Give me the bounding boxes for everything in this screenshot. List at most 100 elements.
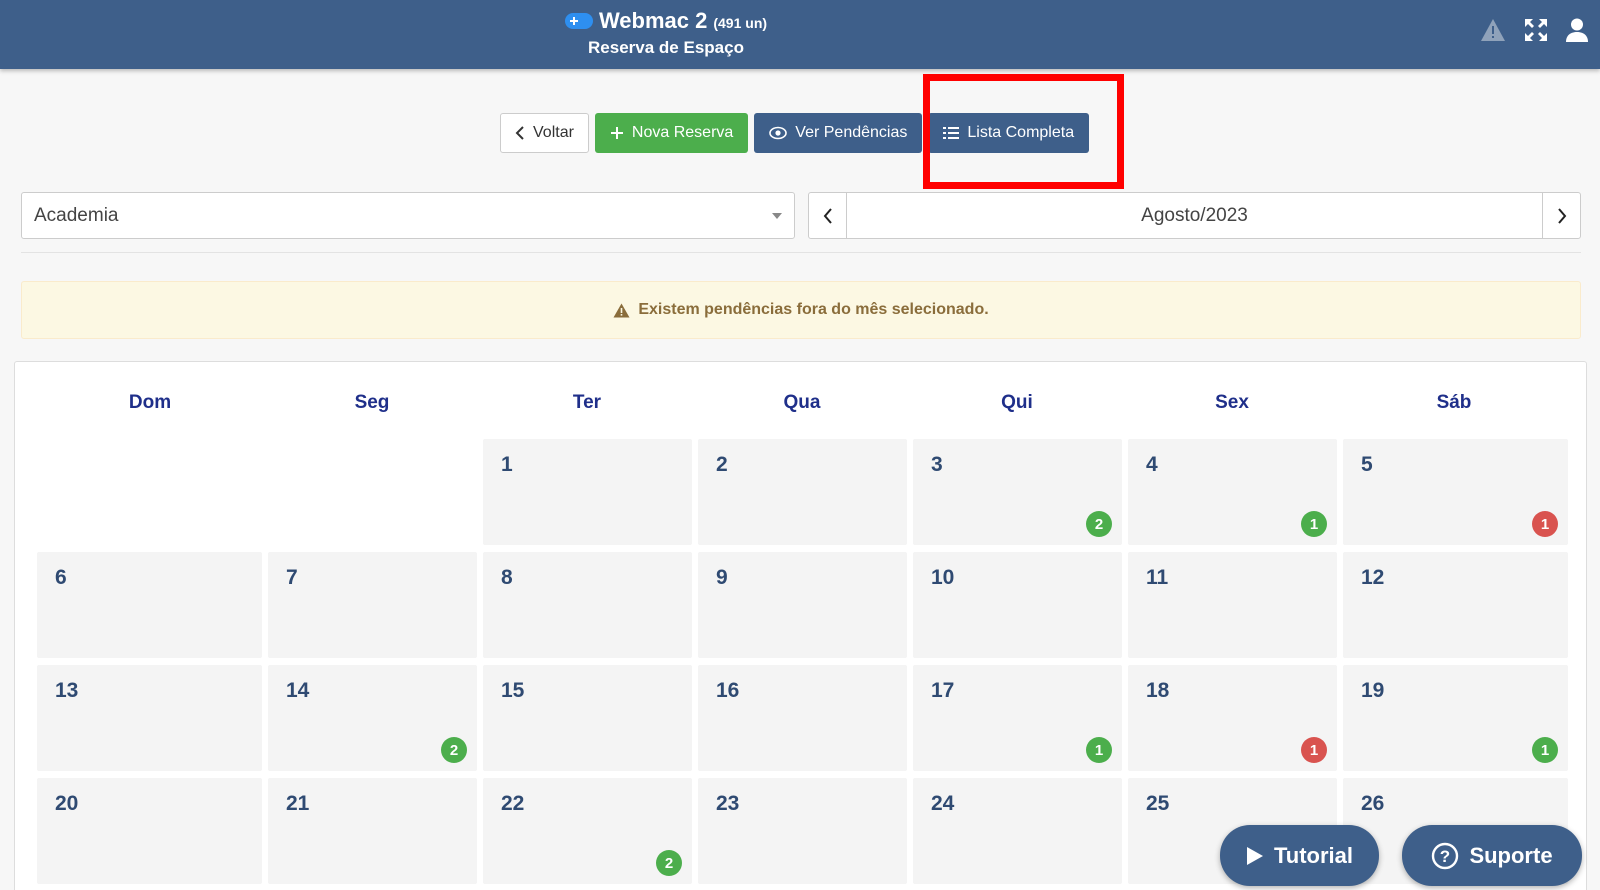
caret-down-icon [772, 213, 782, 219]
day-number: 22 [501, 792, 525, 815]
day-number: 4 [1146, 453, 1158, 476]
back-label: Voltar [533, 124, 574, 141]
weekday-header: Sáb [1436, 392, 1472, 413]
day-cell[interactable]: 23 [698, 778, 907, 884]
warning-icon[interactable] [1480, 18, 1506, 42]
day-number: 3 [931, 453, 943, 476]
day-number: 19 [1361, 679, 1385, 702]
weekday-header: Qui [1001, 392, 1033, 413]
day-cell[interactable]: 16 [698, 665, 907, 771]
day-cell[interactable]: 15 [483, 665, 692, 771]
day-number: 7 [286, 566, 298, 589]
reservation-count-badge[interactable]: 2 [1086, 511, 1112, 537]
day-number: 24 [931, 792, 955, 815]
day-cell[interactable]: 7 [268, 552, 477, 658]
top-icons [1480, 18, 1588, 42]
day-number: 20 [55, 792, 79, 815]
day-number: 23 [716, 792, 740, 815]
full-list-button[interactable]: Lista Completa [928, 113, 1090, 153]
day-number: 9 [716, 566, 728, 589]
day-number: 12 [1361, 566, 1385, 589]
brand: Webmac 2 (491 un) Reserva de Espaço [556, 8, 776, 58]
pending-alert: Existem pendências fora do mês seleciona… [21, 281, 1581, 339]
view-pending-label: Ver Pendências [795, 124, 908, 141]
space-select[interactable]: Academia [21, 192, 795, 239]
weekday-header: Dom [128, 392, 172, 413]
day-number: 15 [501, 679, 525, 702]
day-number: 2 [716, 453, 728, 476]
reservation-count-badge[interactable]: 1 [1301, 737, 1327, 763]
tutorial-label: Tutorial [1273, 842, 1354, 868]
support-button[interactable]: ? Suporte [1402, 825, 1582, 886]
warning-icon [613, 303, 630, 317]
day-number: 1 [501, 453, 513, 476]
weekday-header: Seg [354, 392, 390, 413]
day-cell[interactable]: 19 1 [1343, 665, 1568, 771]
day-cell[interactable]: 51 [1343, 439, 1568, 545]
day-cell[interactable]: 18 1 [1128, 665, 1337, 771]
new-reservation-label: Nova Reserva [631, 124, 734, 141]
top-bar: Webmac 2 (491 un) Reserva de Espaço [0, 0, 1600, 69]
day-cell[interactable]: 24 [913, 778, 1122, 884]
day-cell[interactable]: 20 [37, 778, 262, 884]
day-cell[interactable]: 8 [483, 552, 692, 658]
day-cell[interactable]: 9 [698, 552, 907, 658]
weekday-header: Sex [1215, 392, 1249, 413]
calendar: Dom Seg Ter Qua Qui Sex Sáb 1 2 3 2 4 1 5 1 6 7 8 9 10 11 12 1… [14, 361, 1587, 890]
gamepad-icon [564, 13, 593, 29]
day-cell[interactable]: 17 1 [913, 665, 1122, 771]
reservation-count-badge[interactable]: 1 [1532, 737, 1558, 763]
day-number: 6 [55, 566, 67, 589]
support-label: Suporte [1469, 842, 1553, 868]
day-number: 25 [1146, 792, 1170, 815]
new-reservation-button[interactable]: Nova Reserva [594, 113, 749, 153]
day-number: 26 [1361, 792, 1385, 815]
reservation-count-badge[interactable]: 1 [1301, 511, 1327, 537]
prev-month-button[interactable] [808, 192, 847, 239]
day-cell[interactable]: 11 [1128, 552, 1337, 658]
day-number: 21 [286, 792, 310, 815]
units-count: (491 un) [713, 15, 768, 31]
reservation-count-badge[interactable]: 1 [1086, 737, 1112, 763]
day-cell[interactable]: 1 [483, 439, 692, 545]
weekday-header: Qua [783, 392, 821, 413]
day-cell[interactable]: 13 [37, 665, 262, 771]
chevron-left-icon [515, 126, 524, 140]
tutorial-button[interactable]: Tutorial [1220, 825, 1379, 886]
day-cell[interactable]: 6 [37, 552, 262, 658]
expand-icon[interactable] [1524, 18, 1548, 42]
day-number: 11 [1146, 566, 1169, 589]
day-cell[interactable]: 2 [698, 439, 907, 545]
eye-icon [769, 126, 788, 140]
day-cell[interactable]: 10 [913, 552, 1122, 658]
day-cell[interactable]: 41 [1128, 439, 1337, 545]
plus-icon [610, 127, 623, 139]
day-number: 5 [1361, 453, 1373, 476]
day-cell[interactable]: 14 2 [268, 665, 477, 771]
toolbar: Voltar Nova Reserva Ver Pendências Lista… [500, 113, 1090, 153]
page-subtitle: Reserva de Espaço [588, 38, 744, 57]
reservation-count-badge[interactable]: 2 [441, 737, 467, 763]
day-cell[interactable]: 32 [913, 439, 1122, 545]
day-number: 8 [501, 566, 513, 589]
day-number: 17 [931, 679, 955, 702]
day-cell[interactable]: 22 2 [483, 778, 692, 884]
day-number: 14 [286, 679, 310, 702]
next-month-button[interactable] [1542, 192, 1581, 239]
chevron-right-icon [1557, 207, 1566, 224]
list-icon [943, 127, 960, 139]
back-button[interactable]: Voltar [500, 113, 589, 153]
reservation-count-badge[interactable]: 1 [1532, 511, 1558, 537]
user-icon[interactable] [1566, 18, 1588, 42]
reservation-count-badge[interactable]: 2 [656, 850, 682, 876]
question-circle-icon: ? [1432, 842, 1459, 869]
app-name: Webmac 2 [598, 8, 708, 33]
full-list-label: Lista Completa [967, 124, 1075, 141]
space-selected-value: Academia [34, 204, 119, 226]
day-cell[interactable]: 12 [1343, 552, 1568, 658]
chevron-left-icon [823, 207, 832, 224]
day-number: 18 [1146, 679, 1170, 702]
day-number: 16 [716, 679, 740, 702]
view-pending-button[interactable]: Ver Pendências [754, 113, 923, 153]
day-cell[interactable]: 21 [268, 778, 477, 884]
